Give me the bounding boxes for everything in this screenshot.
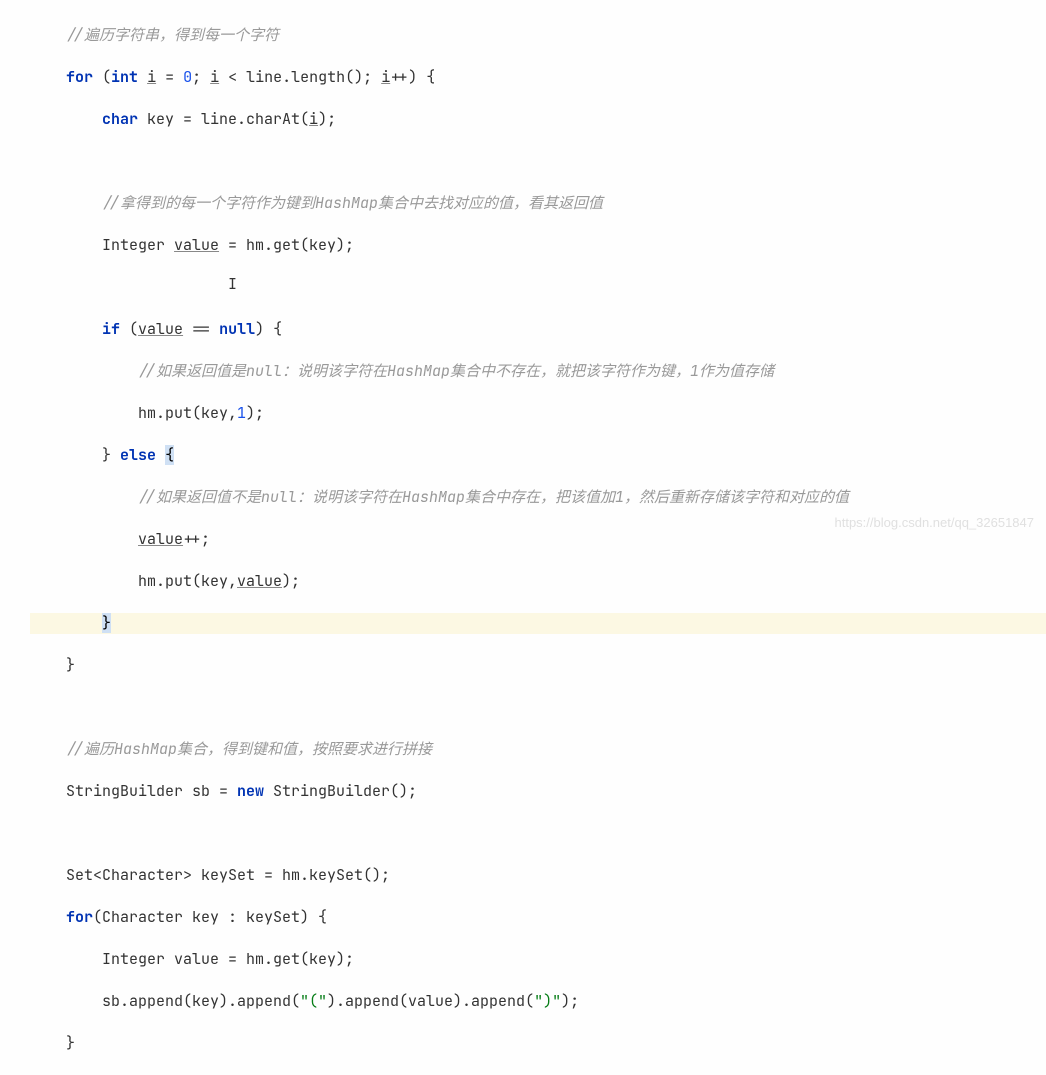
- code-line: }: [30, 1033, 1046, 1054]
- code-line: for (int i = 0; i < line.length(); i++) …: [30, 67, 1046, 88]
- code-line: [30, 697, 1046, 718]
- code-line: hm.put(key,value);: [30, 571, 1046, 592]
- code-line: Integer value = hm.get(key);: [30, 949, 1046, 970]
- code-line: } else {: [30, 445, 1046, 466]
- code-line: hm.put(key,1);: [30, 403, 1046, 424]
- code-line: for(Character key : keySet) {: [30, 907, 1046, 928]
- code-line: }: [30, 655, 1046, 676]
- code-line: //拿得到的每一个字符作为键到HashMap集合中去找对应的值，看其返回值: [30, 193, 1046, 214]
- code-line: //如果返回值不是null：说明该字符在HashMap集合中存在，把该值加1，然…: [30, 487, 1046, 508]
- code-line: value++;: [30, 529, 1046, 550]
- code-line: Integer value = hm.get(key);: [30, 235, 1046, 256]
- matching-brace-highlight: {: [165, 445, 174, 465]
- code-line: //遍历字符串，得到每一个字符: [30, 25, 1046, 46]
- code-line: char key = line.charAt(i);: [30, 109, 1046, 130]
- code-line: StringBuilder sb = new StringBuilder();: [30, 781, 1046, 802]
- code-line: //遍历HashMap集合，得到键和值，按照要求进行拼接: [30, 739, 1046, 760]
- code-line: //如果返回值是null：说明该字符在HashMap集合中不存在，就把该字符作为…: [30, 361, 1046, 382]
- text-cursor-line: I: [30, 277, 1046, 298]
- code-line: [30, 823, 1046, 844]
- code-line: if (value == null) {: [30, 319, 1046, 340]
- code-line: [30, 151, 1046, 172]
- text-cursor-icon: I: [228, 274, 237, 294]
- code-line: Set<Character> keySet = hm.keySet();: [30, 865, 1046, 886]
- code-line: sb.append(key).append("(").append(value)…: [30, 991, 1046, 1012]
- current-line: }: [30, 613, 1046, 634]
- code-editor[interactable]: //遍历字符串，得到每一个字符 for (int i = 0; i < line…: [0, 0, 1046, 1075]
- caret-brace: }: [102, 613, 111, 633]
